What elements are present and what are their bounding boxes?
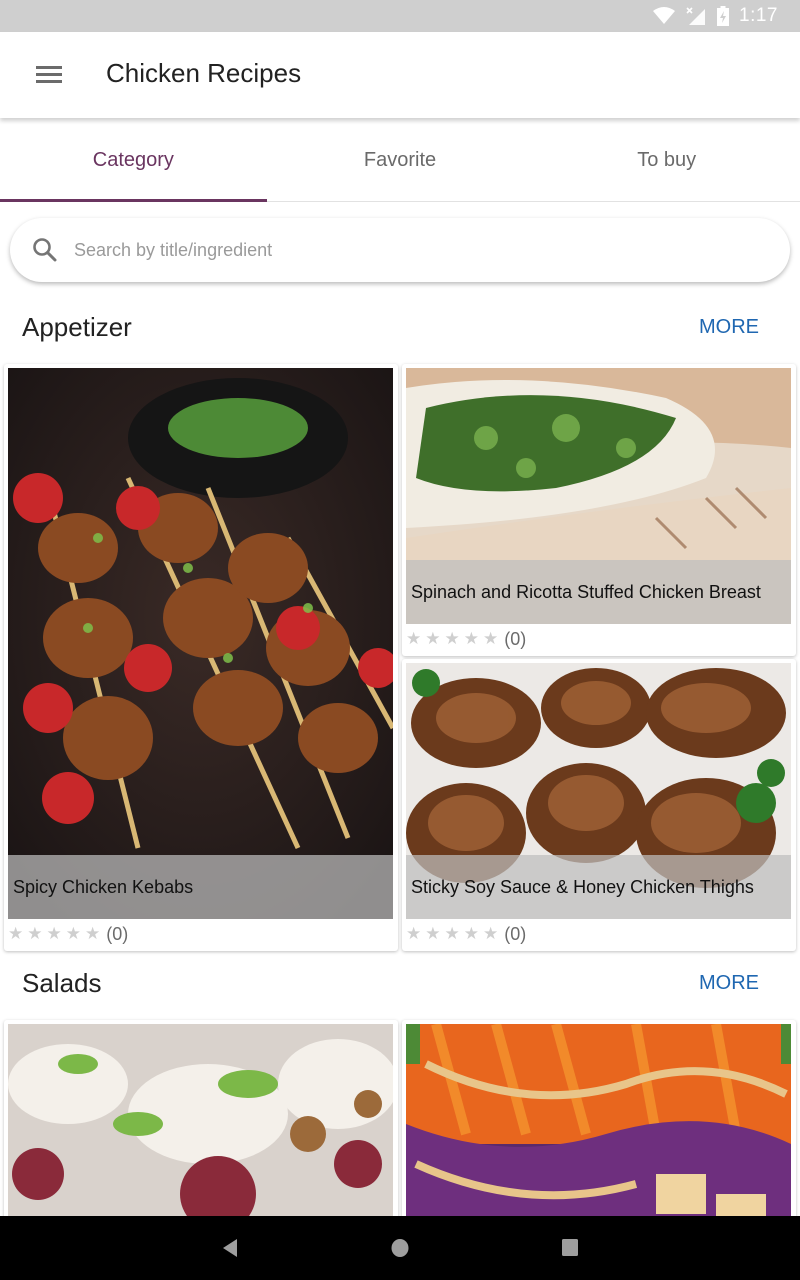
recipe-image: Spinach and Ricotta Stuffed Chicken Brea…	[406, 368, 791, 624]
more-button[interactable]: MORE	[699, 972, 759, 995]
star-rating: ★ ★ ★ ★ ★ (0)	[8, 921, 128, 947]
tab-category[interactable]: Category	[0, 120, 267, 202]
home-icon[interactable]	[391, 1238, 409, 1258]
cell-signal-off-icon	[686, 7, 706, 25]
app-bar: Chicken Recipes	[0, 32, 800, 118]
star-rating: ★ ★ ★ ★ ★ (0)	[406, 626, 526, 652]
star-icon: ★	[483, 629, 499, 648]
recipe-card[interactable]: Spicy Chicken Kebabs ★ ★ ★ ★ ★ (0)	[4, 364, 398, 951]
star-icon: ★	[425, 629, 441, 648]
recipe-card[interactable]: Spinach and Ricotta Stuffed Chicken Brea…	[402, 364, 796, 656]
star-icon: ★	[27, 924, 43, 943]
section-title: Appetizer	[22, 312, 132, 342]
star-icon: ★	[85, 924, 101, 943]
star-icon: ★	[483, 924, 499, 943]
star-icon: ★	[8, 924, 24, 943]
wifi-icon	[653, 7, 676, 24]
recipe-image: Sticky Soy Sauce & Honey Chicken Thighs	[406, 663, 791, 919]
star-icon: ★	[65, 924, 81, 943]
tab-to-buy[interactable]: To buy	[533, 120, 800, 201]
search-bar[interactable]	[10, 218, 790, 282]
recents-icon[interactable]	[561, 1238, 579, 1258]
star-icon: ★	[444, 924, 460, 943]
star-icon: ★	[444, 629, 460, 648]
recipe-title: Spicy Chicken Kebabs	[8, 855, 393, 919]
page-title: Chicken Recipes	[106, 58, 302, 88]
section-title: Salads	[22, 968, 102, 998]
section-header-appetizer: Appetizer MORE	[0, 312, 800, 352]
star-icon: ★	[425, 924, 441, 943]
star-rating: ★ ★ ★ ★ ★ (0)	[406, 921, 526, 947]
recipe-title: Sticky Soy Sauce & Honey Chicken Thighs	[406, 855, 791, 919]
more-button[interactable]: MORE	[699, 316, 759, 339]
star-icon: ★	[46, 924, 62, 943]
battery-charging-icon	[717, 6, 730, 26]
menu-icon[interactable]	[36, 66, 62, 84]
star-icon: ★	[406, 629, 422, 648]
tab-bar: Category Favorite To buy	[0, 120, 800, 202]
review-count: (0)	[106, 923, 129, 944]
star-icon: ★	[463, 924, 479, 943]
back-icon[interactable]	[221, 1238, 239, 1258]
status-time: 1:17	[739, 5, 778, 26]
recipe-image: Spicy Chicken Kebabs	[8, 368, 393, 919]
status-bar: 1:17	[0, 0, 800, 32]
search-input[interactable]	[74, 239, 734, 261]
recipe-card[interactable]: Sticky Soy Sauce & Honey Chicken Thighs …	[402, 659, 796, 951]
star-icon: ★	[463, 629, 479, 648]
review-count: (0)	[504, 628, 527, 649]
star-icon: ★	[406, 924, 422, 943]
review-count: (0)	[504, 923, 527, 944]
section-header-salads: Salads MORE	[0, 968, 800, 1008]
search-icon[interactable]	[30, 235, 60, 265]
tab-favorite[interactable]: Favorite	[267, 120, 534, 201]
recipe-title: Spinach and Ricotta Stuffed Chicken Brea…	[406, 560, 791, 624]
system-nav-bar	[0, 1216, 800, 1280]
